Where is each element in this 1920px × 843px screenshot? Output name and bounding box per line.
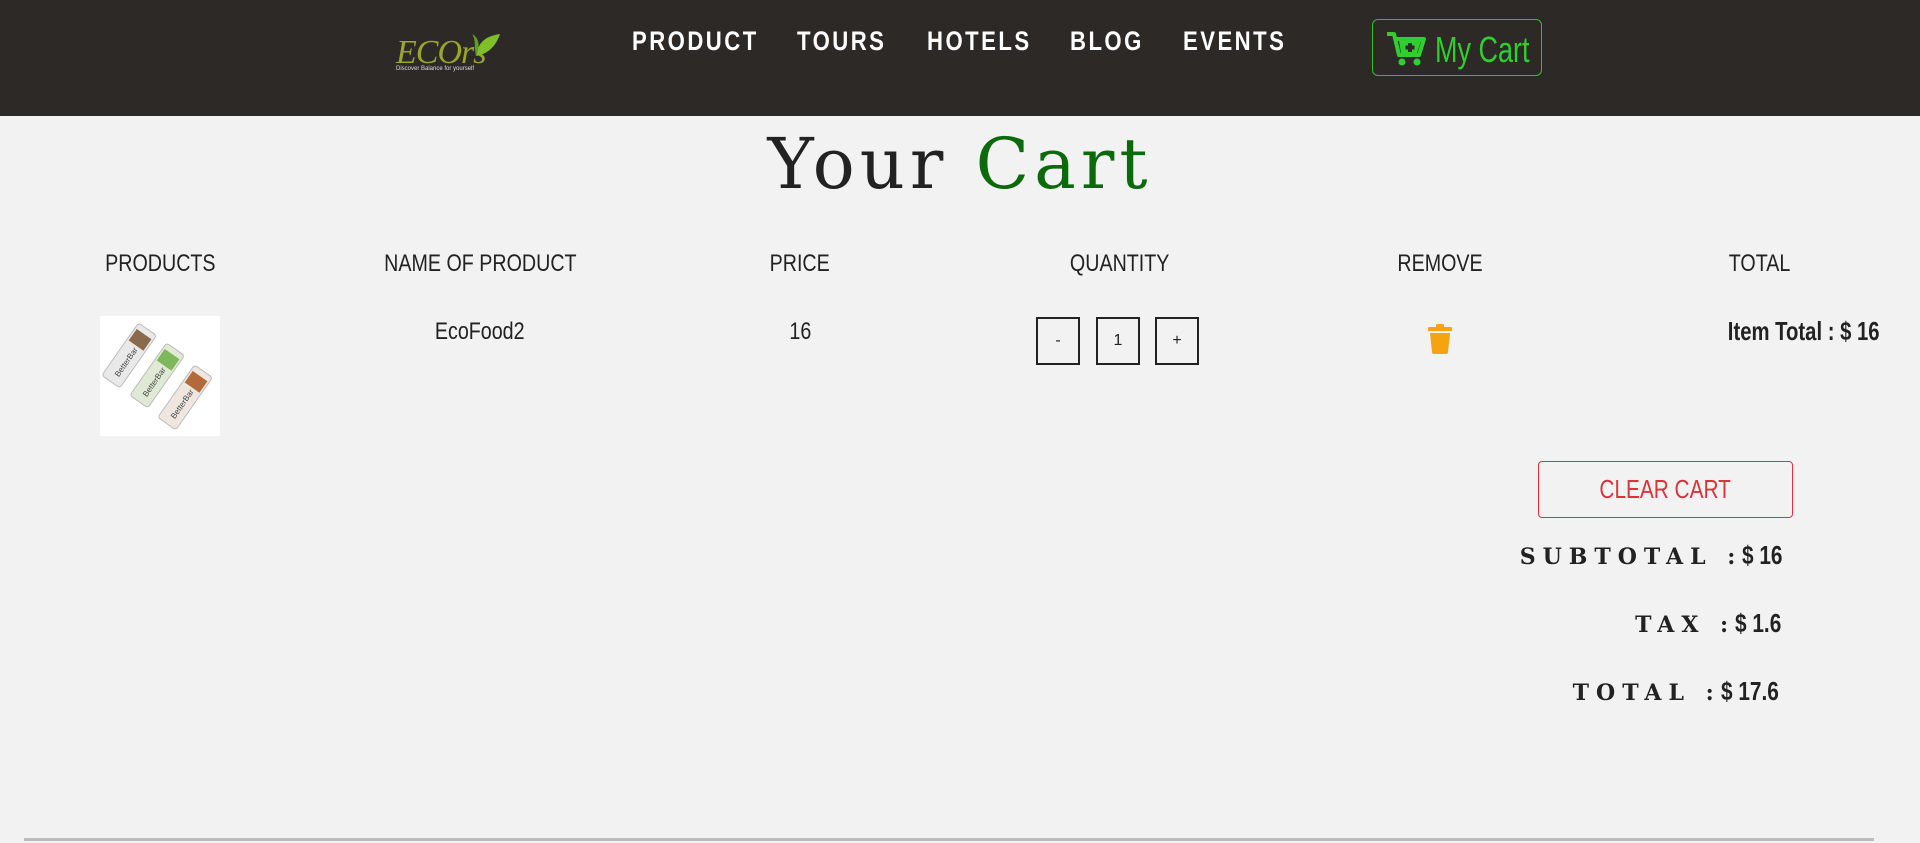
cart-plus-icon — [1387, 32, 1426, 66]
navbar: ECOrs Discover Balance for yourself PROD… — [0, 0, 1920, 116]
item-total: Item Total : $ 16 — [1728, 316, 1880, 346]
product-price: 16 — [789, 318, 811, 345]
decrement-button[interactable]: - — [1036, 317, 1080, 365]
header-quantity: QUANTITY — [1070, 250, 1170, 277]
total-row: TOTAL :$ 17.6 — [1573, 676, 1793, 710]
tax-row: TAX :$ 1.6 — [1635, 608, 1793, 642]
nav-link-blog[interactable]: BLOG — [1070, 26, 1144, 57]
product-name: EcoFood2 — [435, 318, 525, 345]
nav-link-tours[interactable]: TOURS — [797, 26, 886, 57]
header-remove: REMOVE — [1397, 250, 1483, 277]
tax-label: TAX : — [1635, 612, 1736, 638]
trash-icon[interactable] — [1427, 324, 1453, 354]
footer-divider — [24, 838, 1874, 841]
header-total: TOTAL — [1729, 250, 1791, 277]
nav-link-events[interactable]: EVENTS — [1183, 26, 1286, 57]
brand-logo[interactable]: ECOrs Discover Balance for yourself — [396, 30, 516, 80]
header-name-of-product: NAME OF PRODUCT — [383, 250, 577, 277]
total-value: $ 17.6 — [1720, 676, 1779, 706]
title-word-cart: Cart — [975, 123, 1153, 205]
title-word-your: Your — [767, 123, 949, 205]
logo-tagline: Discover Balance for yourself — [396, 66, 475, 72]
leaf-icon — [472, 34, 500, 56]
header-price: PRICE — [769, 250, 831, 277]
tax-value: $ 1.6 — [1735, 608, 1782, 638]
increment-button[interactable]: + — [1155, 317, 1199, 365]
header-products: PRODUCTS — [104, 250, 216, 277]
nav-link-product[interactable]: PRODUCT — [632, 26, 759, 57]
subtotal-row: SUBTOTAL :$ 16 — [1520, 540, 1793, 574]
clear-cart-button[interactable]: CLEAR CART — [1538, 461, 1793, 518]
subtotal-label: SUBTOTAL : — [1519, 544, 1743, 570]
total-label: TOTAL : — [1572, 680, 1721, 706]
nav-link-hotels[interactable]: HOTELS — [927, 26, 1032, 57]
subtotal-value: $ 16 — [1742, 540, 1783, 570]
my-cart-label: My Cart — [1435, 29, 1530, 70]
my-cart-button[interactable]: My Cart — [1372, 19, 1542, 76]
page-title: Your Cart — [0, 124, 1920, 204]
quantity-value[interactable]: 1 — [1096, 317, 1140, 365]
energy-bars-image: BetterBar BetterBar BetterBar — [102, 323, 212, 430]
product-image: BetterBar BetterBar BetterBar — [100, 316, 220, 436]
